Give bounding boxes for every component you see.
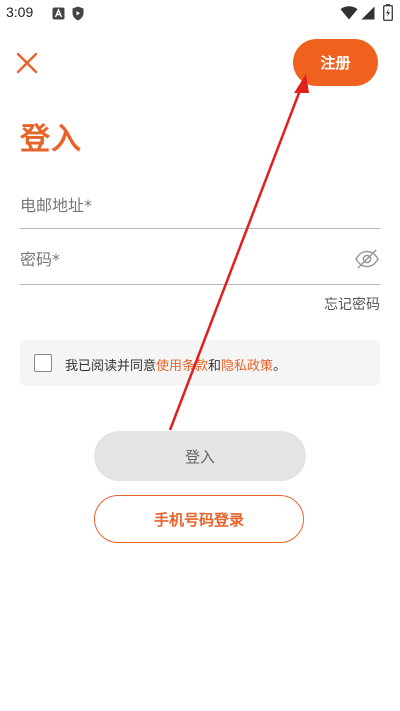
shield-icon (72, 6, 84, 21)
login-button[interactable]: 登入 (94, 431, 306, 481)
password-field[interactable] (20, 238, 340, 280)
register-button[interactable]: 注册 (293, 39, 378, 86)
email-field[interactable] (20, 184, 340, 226)
terms-agreement: 我已阅读并同意使用条款和隐私政策。 (20, 340, 380, 386)
terms-middle: 和 (208, 359, 222, 374)
wifi-icon (340, 6, 358, 20)
phone-login-button[interactable]: 手机号码登录 (94, 495, 304, 543)
terms-checkbox[interactable] (34, 354, 52, 372)
close-button[interactable] (14, 50, 40, 76)
forgot-password-link[interactable]: 忘记密码 (324, 294, 380, 314)
battery-icon (383, 4, 393, 21)
status-time: 3:09 (6, 4, 34, 20)
terms-suffix: 。 (273, 359, 287, 374)
password-field-container (20, 238, 380, 285)
password-visibility-toggle[interactable] (354, 246, 380, 272)
status-bar: 3:09 (0, 0, 400, 28)
a-notification-icon (52, 7, 65, 20)
terms-text: 我已阅读并同意使用条款和隐私政策。 (65, 355, 286, 374)
terms-prefix: 我已阅读并同意 (65, 359, 157, 374)
eye-off-icon (355, 249, 379, 269)
privacy-policy-link[interactable]: 隐私政策 (221, 359, 273, 374)
page-title: 登入 (20, 122, 82, 157)
email-field-container (20, 184, 380, 229)
signal-icon (361, 6, 375, 20)
close-icon (16, 52, 38, 74)
terms-of-use-link[interactable]: 使用条款 (156, 359, 208, 374)
